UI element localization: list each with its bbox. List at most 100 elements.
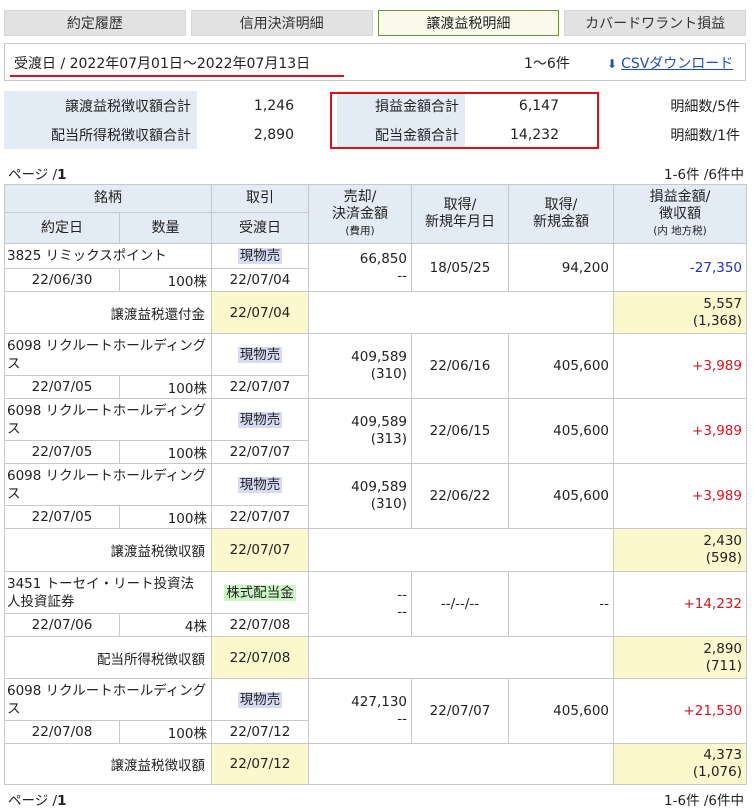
tax-label: 配当所得税徴収額 [4, 636, 212, 679]
csv-download-link[interactable]: ⬇ CSVダウンロード [607, 53, 733, 73]
contract-date: 22/06/30 [4, 268, 120, 292]
header-acq-amount: 取得/ 新規金額 [508, 184, 614, 244]
tax-label: 譲渡益税徴収額 [4, 528, 212, 572]
header-sale-amount: 売却/ 決済金額 (費用) [308, 184, 412, 244]
trade-type: 現物売 [211, 243, 309, 269]
delivery-date: 22/07/07 [211, 505, 309, 529]
quantity: 100株 [119, 720, 212, 744]
date-range-panel: 受渡日 / 2022年07月01日～2022年07月13日 1～6件 ⬇ CSVダ… [4, 43, 746, 81]
contract-date: 22/07/05 [4, 505, 120, 529]
sale-cost: -- [397, 711, 407, 727]
stock-name: 3451 トーセイ・リート投資法人投資証券 [4, 571, 212, 614]
tax-local-value: (711) [705, 657, 742, 674]
page-number[interactable]: 1 [57, 167, 66, 183]
tax-row: 譲渡益税徴収額 22/07/12 4,373 (1,076) [4, 743, 747, 785]
header-acq-date: 取得/ 新規年月日 [411, 184, 509, 244]
profit-loss: +3,989 [613, 398, 747, 464]
header-contract-date: 約定日 [4, 212, 120, 244]
header-acq-date-line1: 取得/ [443, 197, 477, 213]
trade-badge: 現物売 [237, 248, 283, 264]
tax-row: 配当所得税徴収額 22/07/08 2,890 (711) [4, 636, 747, 679]
table-row: 6098 リクルートホールディングス 現物売 409,589 (310) 22/0… [4, 333, 747, 399]
tax-amount-value: 5,557 [703, 295, 742, 312]
delivery-date: 22/07/07 [211, 375, 309, 399]
tab-margin-settlement[interactable]: 信用決済明細 [190, 10, 373, 36]
tax-amount: 4,373 (1,076) [613, 743, 747, 785]
trade-badge: 現物売 [237, 411, 283, 428]
trade-badge: 現物売 [237, 346, 283, 363]
acq-date: 22/06/16 [411, 333, 509, 399]
pager-prefix: ページ / [8, 793, 58, 809]
acq-date: 18/05/25 [411, 243, 509, 292]
tab-covered-warrant[interactable]: カバードワラント損益 [564, 10, 746, 36]
date-range-text: 受渡日 / 2022年07月01日～2022年07月13日 [14, 56, 311, 72]
trade-type: 株式配当金 [211, 571, 309, 614]
trade-badge: 現物売 [237, 476, 283, 493]
tax-local-value: (598) [705, 550, 742, 566]
table-row: 6098 リクルートホールディングス 現物売 409,589 (313) 22/0… [4, 398, 747, 464]
tab-capital-gains-tax[interactable]: 譲渡益税明細 [377, 10, 560, 36]
acq-date: 22/06/15 [411, 398, 509, 464]
acq-amount: 405,600 [508, 398, 614, 464]
tax-amount: 5,557 (1,368) [613, 291, 747, 334]
acq-amount: -- [508, 571, 614, 637]
pager-range-top: 1-6件 /6件中 [664, 167, 744, 183]
profit-loss: -27,350 [613, 243, 747, 292]
sale-cost: (310) [370, 496, 407, 512]
sale-amount: 427,130 -- [308, 678, 412, 744]
contract-date: 22/07/08 [4, 720, 120, 744]
tab-trade-history[interactable]: 約定履歴 [4, 10, 186, 36]
delivery-date: 22/07/12 [211, 720, 309, 744]
trade-badge: 現物売 [237, 691, 283, 708]
dividend-total-value: 14,232 [465, 120, 601, 149]
sale-cost: (313) [370, 431, 407, 447]
summary-row: 譲渡益税徴収額合計 1,246 損益金額合計 6,147 明細数/5件 [4, 91, 746, 120]
contract-date: 22/07/06 [4, 613, 120, 637]
tax-amount: 2,890 (711) [613, 636, 747, 679]
sale-value: 409,589 [351, 349, 407, 365]
table-row: 3451 トーセイ・リート投資法人投資証券 株式配当金 -- -- --/--/-… [4, 571, 747, 637]
acq-date: 22/06/22 [411, 463, 509, 529]
table-row: 6098 リクルートホールディングス 現物売 427,130 -- 22/07/0… [4, 678, 747, 744]
stock-name: 6098 リクルートホールディングス [4, 463, 212, 506]
detail-table: 銘柄 取引 売却/ 決済金額 (費用) 取得/ 新規年月日 取得/ 新規金額 損… [4, 184, 747, 785]
tax-date: 22/07/08 [211, 636, 309, 679]
pager-range-bottom: 1-6件 /6件中 [664, 793, 744, 809]
header-stock: 銘柄 [4, 184, 212, 213]
csv-download-label: CSVダウンロード [621, 56, 734, 72]
capital-gains-tax-total-label: 譲渡益税徴収額合計 [4, 91, 197, 120]
delivery-date: 22/07/04 [211, 268, 309, 292]
download-arrow-icon: ⬇ [607, 57, 618, 71]
summary-table: 譲渡益税徴収額合計 1,246 損益金額合計 6,147 明細数/5件 配当所得… [4, 91, 746, 149]
pager-prefix: ページ / [8, 167, 58, 183]
tab-bar: 約定履歴 信用決済明細 譲渡益税明細 カバードワラント損益 [4, 10, 746, 36]
sale-cost: -- [397, 604, 407, 620]
header-sale-amount-line3: (費用) [345, 224, 375, 237]
stock-name: 6098 リクルートホールディングス [4, 333, 212, 376]
trade-type: 現物売 [211, 333, 309, 376]
table-row: 6098 リクルートホールディングス 現物売 409,589 (310) 22/0… [4, 463, 747, 529]
tax-date: 22/07/07 [211, 528, 309, 572]
dividend-tax-total-value: 2,890 [197, 120, 300, 149]
quantity: 100株 [119, 375, 212, 399]
profit-loss-total-label: 損益金額合計 [337, 91, 465, 120]
sale-amount: 409,589 (310) [308, 463, 412, 529]
dividend-tax-total-label: 配当所得税徴収額合計 [4, 120, 197, 149]
page-number[interactable]: 1 [57, 793, 66, 809]
acq-amount: 405,600 [508, 463, 614, 529]
tax-date: 22/07/04 [211, 291, 309, 334]
detail-count: 明細数/5件 [670, 98, 740, 115]
header-sale-amount-line2: 決済金額 [332, 205, 388, 222]
acq-amount: 405,600 [508, 333, 614, 399]
header-acq-amount-line1: 取得/ [544, 197, 578, 213]
header-trade: 取引 [211, 184, 309, 213]
dividend-total-label: 配当金額合計 [337, 120, 465, 149]
header-acq-date-line2: 新規年月日 [425, 214, 495, 230]
stock-name: 3825 リミックスポイント [4, 243, 212, 269]
contract-date: 22/07/05 [4, 375, 120, 399]
header-pl-line2: 徴収額 [659, 205, 701, 222]
tax-amount-value: 2,890 [703, 640, 742, 657]
header-delivery-date: 受渡日 [211, 212, 309, 244]
quantity: 100株 [119, 268, 212, 292]
header-pl-line3: (内 地方税) [653, 224, 707, 237]
